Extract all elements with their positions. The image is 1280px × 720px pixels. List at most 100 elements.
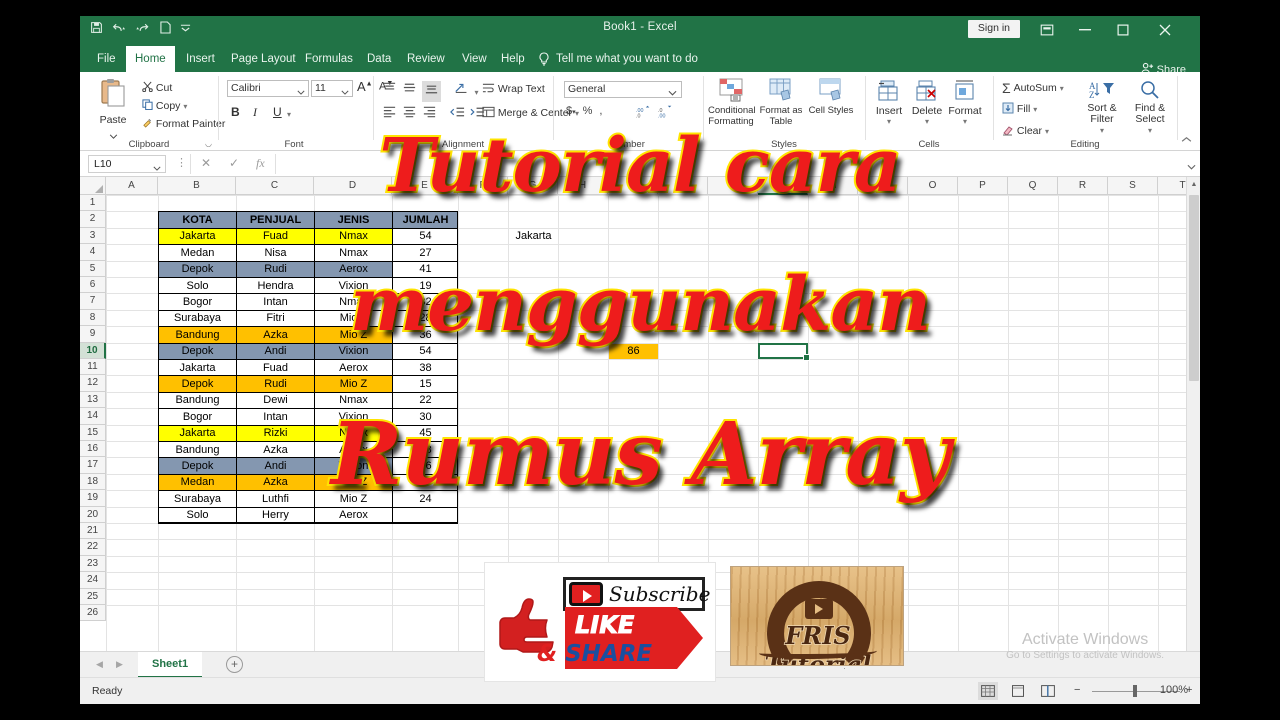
column-header-B[interactable]: B: [158, 177, 236, 195]
percent-icon[interactable]: %: [583, 105, 593, 117]
fill-button[interactable]: Fill ▾: [1002, 102, 1037, 115]
font-size-input[interactable]: 11: [311, 80, 353, 97]
row-header-11[interactable]: 11: [80, 359, 106, 376]
increase-font-size-button[interactable]: A▲: [357, 79, 373, 94]
tab-review[interactable]: Review: [398, 46, 454, 72]
align-bottom-icon[interactable]: [422, 81, 441, 102]
normal-view-icon[interactable]: [978, 682, 998, 700]
tab-insert[interactable]: Insert: [177, 46, 224, 72]
italic-button[interactable]: I: [253, 105, 257, 120]
bold-button[interactable]: B: [231, 105, 240, 119]
column-header-R[interactable]: R: [1058, 177, 1108, 195]
column-header-Q[interactable]: Q: [1008, 177, 1058, 195]
align-center-icon[interactable]: [402, 105, 417, 124]
column-header-C[interactable]: C: [236, 177, 314, 195]
column-header-I[interactable]: I: [608, 177, 658, 195]
active-cell-L10[interactable]: [758, 342, 810, 362]
row-header-4[interactable]: 4: [80, 244, 106, 261]
number-format-select[interactable]: General: [564, 81, 682, 98]
column-header-H[interactable]: H: [558, 177, 608, 195]
row-header-20[interactable]: 20: [80, 506, 106, 523]
row-header-15[interactable]: 15: [80, 424, 106, 441]
paste-button[interactable]: Paste: [90, 78, 136, 144]
format-as-table-button[interactable]: Format as Table: [758, 78, 804, 127]
tab-page-layout[interactable]: Page Layout: [222, 46, 305, 72]
row-header-17[interactable]: 17: [80, 457, 106, 474]
column-header-L[interactable]: L: [758, 177, 808, 195]
column-header-S[interactable]: S: [1108, 177, 1158, 195]
column-header-O[interactable]: O: [908, 177, 958, 195]
collapse-ribbon-icon[interactable]: [1181, 130, 1192, 148]
tab-data[interactable]: Data: [358, 46, 400, 72]
minimize-icon[interactable]: [1072, 20, 1098, 40]
column-header-G[interactable]: G: [508, 177, 558, 195]
format-painter-button[interactable]: Format Painter: [142, 117, 225, 130]
row-header-13[interactable]: 13: [80, 391, 106, 409]
column-header-F[interactable]: F: [458, 177, 508, 195]
underline-button[interactable]: U: [273, 105, 282, 119]
row-header-1[interactable]: 1: [80, 195, 106, 212]
tab-file[interactable]: File: [88, 46, 125, 72]
row-header-23[interactable]: 23: [80, 555, 106, 573]
row-header-25[interactable]: 25: [80, 588, 106, 605]
row-header-2[interactable]: 2: [80, 211, 106, 228]
close-icon[interactable]: [1152, 20, 1178, 40]
wrap-text-button[interactable]: Wrap Text: [482, 82, 545, 95]
row-header-26[interactable]: 26: [80, 605, 106, 622]
zoom-slider-thumb[interactable]: [1133, 685, 1137, 697]
formula-input[interactable]: [282, 155, 1180, 173]
clipboard-dialog-launcher-icon[interactable]: ◡: [205, 139, 212, 148]
number-dialog-launcher-icon[interactable]: ◡: [687, 139, 694, 148]
row-header-3[interactable]: 3: [80, 227, 106, 245]
row-header-16[interactable]: 16: [80, 441, 106, 458]
vertical-scrollbar[interactable]: ▲ ▼: [1186, 177, 1200, 664]
column-header-D[interactable]: D: [314, 177, 392, 195]
sort-filter-button[interactable]: AZ Sort & Filter ▾: [1082, 80, 1122, 136]
name-box[interactable]: L10: [88, 155, 166, 173]
orientation-icon[interactable]: [454, 82, 470, 99]
zoom-level-label[interactable]: 100%: [1160, 684, 1188, 696]
row-header-24[interactable]: 24: [80, 572, 106, 589]
scroll-up-icon[interactable]: ▲: [1187, 177, 1200, 193]
format-cells-button[interactable]: Format ▾: [948, 80, 982, 126]
row-header-22[interactable]: 22: [80, 539, 106, 556]
tab-view[interactable]: View: [453, 46, 496, 72]
increase-decimal-icon[interactable]: .00.0: [636, 105, 652, 123]
enter-icon[interactable]: ✓: [229, 156, 239, 170]
tab-home[interactable]: Home: [126, 46, 175, 72]
align-left-icon[interactable]: [382, 105, 397, 124]
row-header-12[interactable]: 12: [80, 375, 106, 392]
column-header-E[interactable]: E: [392, 177, 458, 195]
expand-formula-bar-icon[interactable]: [1187, 157, 1196, 175]
align-middle-icon[interactable]: [402, 81, 417, 102]
cut-button[interactable]: Cut: [142, 81, 172, 94]
insert-cells-button[interactable]: Insert ▾: [872, 80, 906, 126]
row-header-8[interactable]: 8: [80, 309, 106, 327]
row-header-21[interactable]: 21: [80, 523, 106, 540]
align-right-icon[interactable]: [422, 105, 437, 124]
page-layout-view-icon[interactable]: [1008, 682, 1028, 700]
next-sheet-icon[interactable]: ▶: [116, 659, 123, 670]
decrease-indent-icon[interactable]: [450, 105, 465, 124]
underline-chevron-icon[interactable]: ▾: [287, 110, 291, 119]
ribbon-display-options-icon[interactable]: [1034, 20, 1060, 40]
column-header-J[interactable]: J: [658, 177, 708, 195]
previous-sheet-icon[interactable]: ◀: [96, 659, 103, 670]
add-sheet-button[interactable]: +: [226, 656, 243, 673]
row-header-10[interactable]: 10: [80, 342, 106, 359]
row-header-19[interactable]: 19: [80, 490, 106, 507]
align-top-icon[interactable]: [382, 81, 397, 102]
tab-help[interactable]: Help: [492, 46, 534, 72]
cell-I10[interactable]: 86: [609, 343, 658, 359]
cancel-icon[interactable]: ✕: [201, 156, 211, 170]
maximize-icon[interactable]: [1110, 20, 1136, 40]
currency-icon[interactable]: $▾: [566, 105, 576, 117]
cell-G3[interactable]: Jakarta: [509, 229, 558, 244]
cell-styles-button[interactable]: Cell Styles: [808, 78, 854, 116]
row-header-7[interactable]: 7: [80, 293, 106, 310]
tell-me-input[interactable]: Tell me what you want to do: [556, 46, 698, 72]
vertical-scroll-thumb[interactable]: [1189, 195, 1199, 381]
column-header-K[interactable]: K: [708, 177, 758, 195]
sheet-tab-sheet1[interactable]: Sheet1: [138, 652, 203, 678]
column-header-A[interactable]: A: [106, 177, 158, 195]
